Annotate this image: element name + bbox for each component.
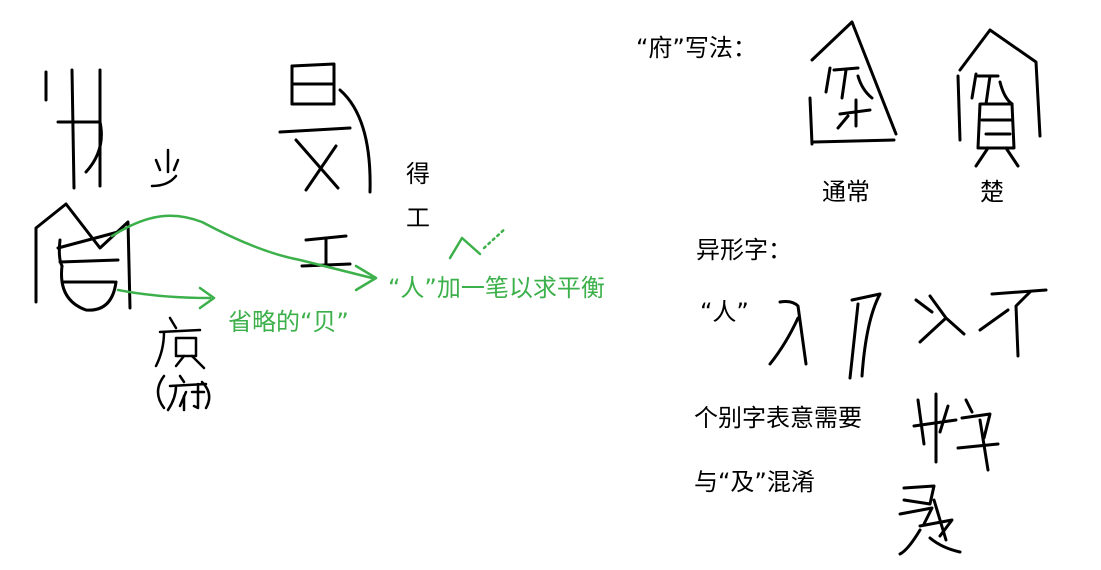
- chu-label: 楚: [980, 178, 1004, 206]
- ren-variant-1: [768, 300, 808, 366]
- glyph-fu-paren: [156, 374, 211, 412]
- arrow-curve-to-ren: [110, 214, 374, 280]
- glyph-sheng: [912, 392, 1000, 472]
- de-label: 得: [406, 160, 430, 188]
- glyph-ji: [898, 484, 962, 556]
- ren-variant-2: [848, 292, 882, 380]
- glyph-fu-tongchang: [808, 20, 898, 146]
- stroke-hook: [56, 120, 103, 174]
- yixingzi-label: 异形字：: [696, 236, 792, 264]
- glyph-small-shao: [150, 148, 180, 188]
- tongchang-label: 通常: [822, 178, 870, 206]
- shenglue-annotation: 省略的“贝”: [228, 308, 349, 336]
- green-ren-glyph: [448, 236, 482, 260]
- gebie-label: 个别字表意需要: [694, 404, 862, 432]
- whiteboard-canvas: “府”写法： 通常 楚 异形字： “人” 个别字表意需要 与“及”混淆 得 工 …: [0, 0, 1101, 570]
- glyph-fu-chu: [956, 28, 1042, 168]
- gong-label: 工: [406, 204, 430, 232]
- ren-balance-annotation: “人”加一笔以求平衡: [388, 274, 605, 302]
- glyph-fu-modern: [154, 316, 206, 370]
- glyph-fu-ancient-left: [34, 202, 132, 312]
- stroke-three-verticals: [44, 68, 102, 190]
- ren-variant-3: [914, 294, 966, 344]
- arrow-to-shenglue: [116, 288, 212, 300]
- fu-writing-label: “府”写法：: [636, 34, 757, 62]
- ren-variant-4: [978, 288, 1048, 358]
- glyph-de-ancient: [278, 62, 372, 268]
- ren-quote-label: “人”: [700, 298, 749, 326]
- yu-ji-label: 与“及”混淆: [694, 468, 815, 496]
- dotted-balance-stroke: [482, 226, 508, 250]
